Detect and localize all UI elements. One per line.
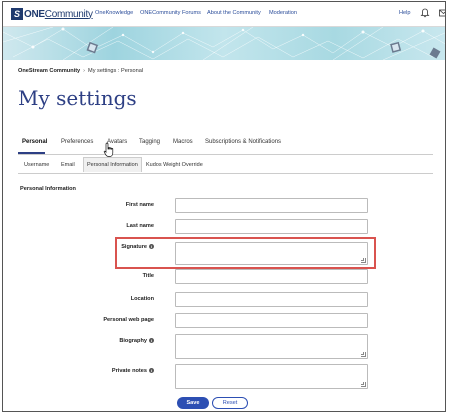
- breadcrumb-separator: ›: [83, 68, 86, 74]
- biography-label: Biography i: [119, 338, 154, 344]
- title-input[interactable]: [175, 269, 368, 284]
- hand-cursor-icon: [103, 142, 114, 157]
- web-page-label: Personal web page: [103, 317, 154, 323]
- page-title: My settings: [18, 86, 137, 110]
- resize-handle-icon[interactable]: [361, 382, 366, 387]
- subtabs-divider: [18, 173, 433, 174]
- first-name-label-text: First name: [125, 202, 154, 208]
- last-name-label: Last name: [126, 223, 154, 229]
- last-name-input[interactable]: [175, 219, 368, 234]
- web-page-input[interactable]: [175, 313, 368, 328]
- location-label-text: Location: [130, 296, 154, 302]
- private-notes-textarea[interactable]: [175, 364, 368, 389]
- last-name-label-text: Last name: [126, 223, 154, 229]
- logo[interactable]: S ONECommunity: [11, 7, 93, 21]
- logo-text-one: ONE: [24, 8, 45, 20]
- network-pattern-graphic: [3, 27, 445, 60]
- header-banner: [3, 27, 445, 60]
- subtab-personal-information[interactable]: Personal Information: [83, 157, 142, 172]
- app-window: S ONECommunity OneKnowledge ONECommunity…: [2, 1, 446, 412]
- biography-textarea[interactable]: [175, 334, 368, 359]
- subtab-email[interactable]: Email: [61, 162, 75, 168]
- breadcrumb-current: My settings : Personal: [88, 68, 144, 74]
- private-notes-label-text: Private notes: [111, 368, 147, 374]
- mail-icon[interactable]: [439, 9, 446, 17]
- first-name-input[interactable]: [175, 198, 368, 213]
- resize-handle-icon[interactable]: [361, 352, 366, 357]
- location-label: Location: [131, 296, 154, 302]
- info-icon[interactable]: i: [149, 338, 154, 344]
- breadcrumb-root-link[interactable]: OneStream Community: [18, 68, 80, 74]
- private-notes-label: Private notes i: [112, 368, 154, 374]
- signature-highlight-annotation: [115, 237, 376, 269]
- biography-label-text: Biography: [119, 338, 147, 344]
- location-input[interactable]: [175, 292, 368, 307]
- tab-tagging[interactable]: Tagging: [139, 139, 160, 145]
- info-icon[interactable]: i: [149, 368, 154, 374]
- bell-icon[interactable]: [420, 8, 430, 18]
- section-title: Personal Information: [20, 186, 76, 192]
- nav-link-moderation[interactable]: Moderation: [269, 10, 297, 16]
- first-name-label: First name: [126, 202, 154, 208]
- tab-macros[interactable]: Macros: [173, 139, 193, 145]
- nav-link-about[interactable]: About the Community: [207, 10, 261, 16]
- top-navigation: S ONECommunity OneKnowledge ONECommunity…: [3, 2, 445, 27]
- reset-button[interactable]: Reset: [212, 397, 248, 409]
- title-label: Title: [143, 273, 154, 279]
- subtab-username[interactable]: Username: [24, 162, 49, 168]
- breadcrumb: OneStream Community › My settings : Person…: [18, 68, 143, 74]
- web-page-label-text: Personal web page: [103, 317, 154, 323]
- nav-link-forums[interactable]: ONECommunity Forums: [140, 10, 201, 16]
- save-button[interactable]: Save: [177, 397, 209, 409]
- subtab-kudos-weight-override[interactable]: Kudos Weight Override: [146, 162, 203, 168]
- tab-personal[interactable]: Personal: [22, 139, 47, 145]
- title-label-text: Title: [142, 273, 154, 279]
- help-link[interactable]: Help: [399, 10, 411, 16]
- logo-text-community: Community: [44, 8, 93, 20]
- nav-link-oneknowledge[interactable]: OneKnowledge: [95, 10, 133, 16]
- logo-mark-icon: S: [11, 8, 23, 20]
- tab-subscriptions[interactable]: Subscriptions & Notifications: [205, 139, 281, 145]
- tab-preferences[interactable]: Preferences: [61, 139, 93, 145]
- tabs-divider: [18, 154, 433, 155]
